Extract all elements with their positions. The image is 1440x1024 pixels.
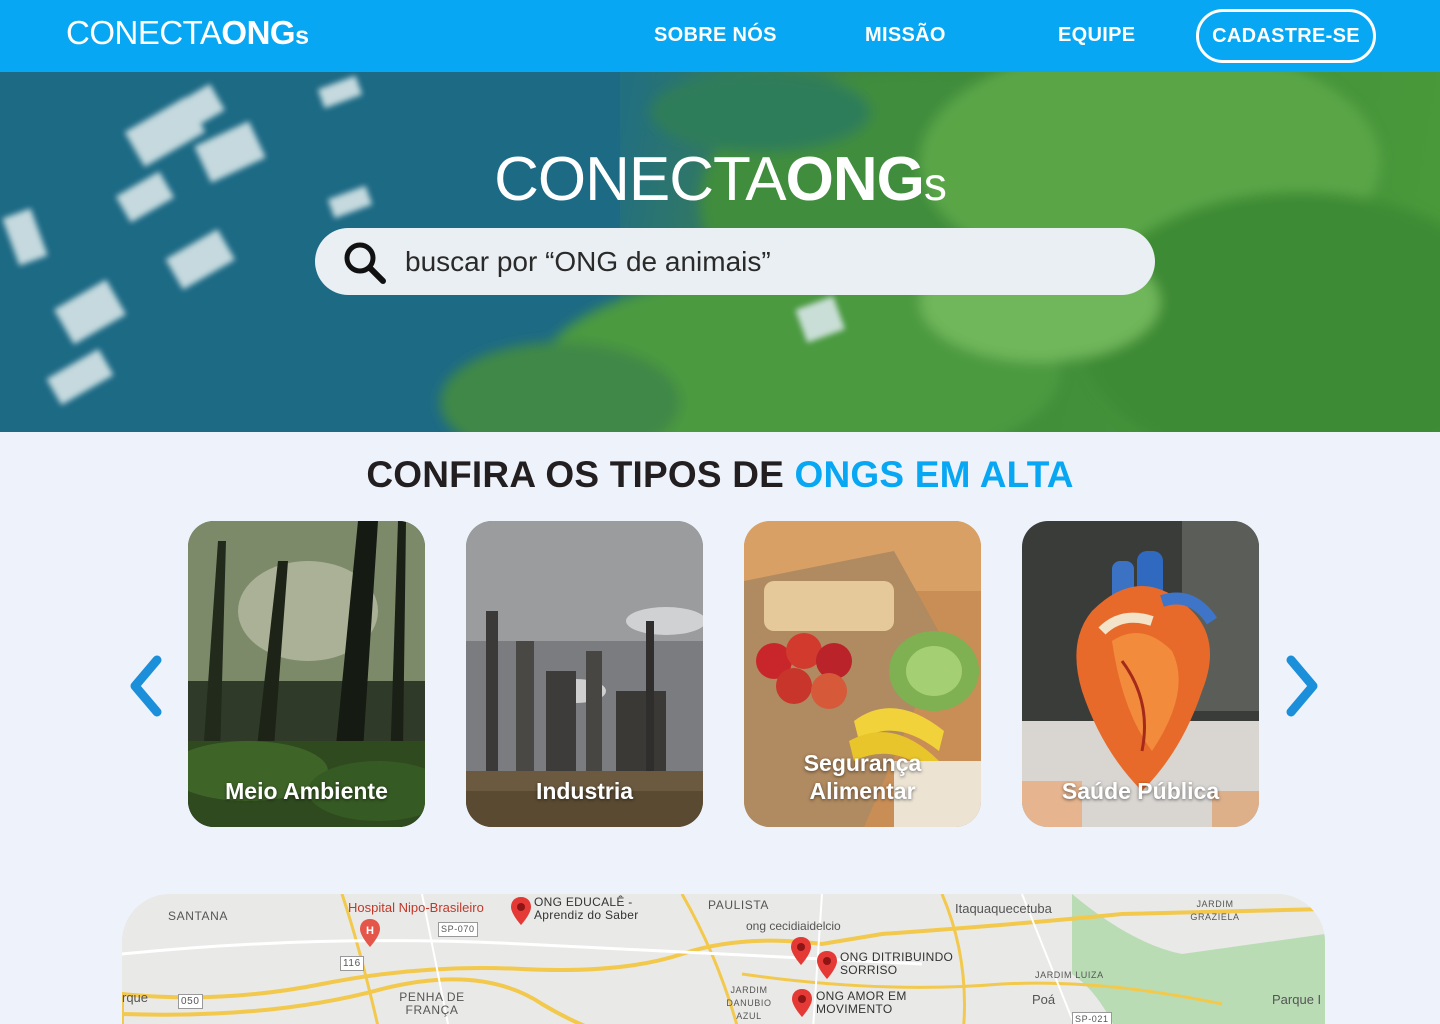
card-label: Segurança Alimentar — [803, 750, 922, 804]
hospital-pin-icon[interactable]: H — [359, 918, 381, 948]
ong-label-amor-em-movimento[interactable]: ONG AMOR EM MOVIMENTO — [816, 990, 907, 1016]
map-label-cecidiaidelcio: ong cecidiaidelcio — [746, 919, 841, 933]
hero-title-part-conecta: CONECTA — [494, 145, 787, 214]
hero-title-part-ong: ONG — [785, 145, 925, 214]
map-label-parque-right: Parque I — [1272, 992, 1322, 1007]
card-label: Meio Ambiente — [225, 778, 388, 804]
logo-part-conecta: CONECTA — [66, 14, 222, 51]
map-pin-icon[interactable] — [510, 896, 532, 926]
ong-map[interactable]: SANTANA Hospital Nipo-Brasileiro H PAULI… — [122, 894, 1325, 1024]
map-label-penha: PENHA DE FRANÇA — [399, 990, 465, 1017]
map-label-poa: Poá — [1032, 992, 1056, 1007]
category-card-industria[interactable]: Industria — [466, 521, 703, 827]
logo[interactable]: CONECTAONGs — [66, 14, 309, 52]
category-card-meio-ambiente[interactable]: Meio Ambiente — [188, 521, 425, 827]
search-bar[interactable] — [315, 228, 1155, 295]
road-shield-050: 050 — [178, 994, 203, 1009]
map-pin-icon[interactable] — [790, 936, 812, 966]
map-pin-icon[interactable] — [816, 950, 838, 980]
ong-label-distribuindo-sorriso[interactable]: ONG DITRIBUINDO SORRISO — [840, 951, 953, 977]
section-title-dark: CONFIRA OS TIPOS DE — [366, 454, 795, 495]
card-label: Industria — [535, 778, 634, 804]
nav-link-equipe[interactable]: EQUIPE — [1058, 24, 1135, 47]
map-label-itaquaquecetuba: Itaquaquecetuba — [955, 901, 1052, 916]
section-title: CONFIRA OS TIPOS DE ONGS EM ALTA — [0, 454, 1440, 496]
category-card-saude-publica[interactable]: Saúde Pública — [1022, 521, 1259, 827]
map-label-jardim-graziela: JARDIM GRAZIELA — [1190, 899, 1240, 922]
map-label-santana: SANTANA — [168, 909, 228, 923]
section-title-accent: ONGS EM ALTA — [794, 454, 1074, 495]
road-shield-116: 116 — [340, 956, 364, 971]
logo-part-s: s — [295, 22, 309, 50]
chevron-left-icon[interactable] — [127, 654, 167, 718]
category-card-seguranca-alimentar[interactable]: Segurança Alimentar — [744, 521, 981, 827]
road-shield-sp070: SP-070 — [438, 922, 478, 937]
map-label-parque-left: rque — [122, 990, 149, 1005]
chevron-right-icon[interactable] — [1281, 654, 1321, 718]
map-pin-icon[interactable] — [791, 988, 813, 1018]
hero-banner: CONECTAONGs — [0, 72, 1440, 432]
map-label-jardim-luiza: JARDIM LUIZA — [1035, 970, 1104, 980]
nav-link-sobre-nos[interactable]: SOBRE NÓS — [654, 24, 777, 47]
map-label-hospital: Hospital Nipo-Brasileiro — [348, 900, 484, 915]
logo-part-ong: ONG — [221, 14, 296, 51]
hero-title: CONECTAONGs — [0, 144, 1440, 215]
map-label-danubio-azul: JARDIM DANUBIO AZUL — [726, 985, 772, 1021]
map-label-paulista: PAULISTA — [708, 898, 770, 912]
signup-button[interactable]: CADASTRE-SE — [1196, 9, 1376, 63]
search-icon[interactable] — [342, 240, 388, 286]
road-shield-sp021: SP-021 — [1072, 1012, 1112, 1024]
top-navbar: CONECTAONGs SOBRE NÓS MISSÃO EQUIPE CADA… — [0, 0, 1440, 72]
search-input[interactable] — [405, 242, 1105, 282]
ong-label-educale[interactable]: ONG EDUCALÊ - Aprendiz do Saber — [534, 896, 639, 922]
card-label: Saúde Pública — [1061, 778, 1220, 804]
hero-title-part-s: s — [923, 158, 947, 210]
nav-link-missao[interactable]: MISSÃO — [865, 24, 946, 47]
svg-text:H: H — [366, 925, 374, 937]
